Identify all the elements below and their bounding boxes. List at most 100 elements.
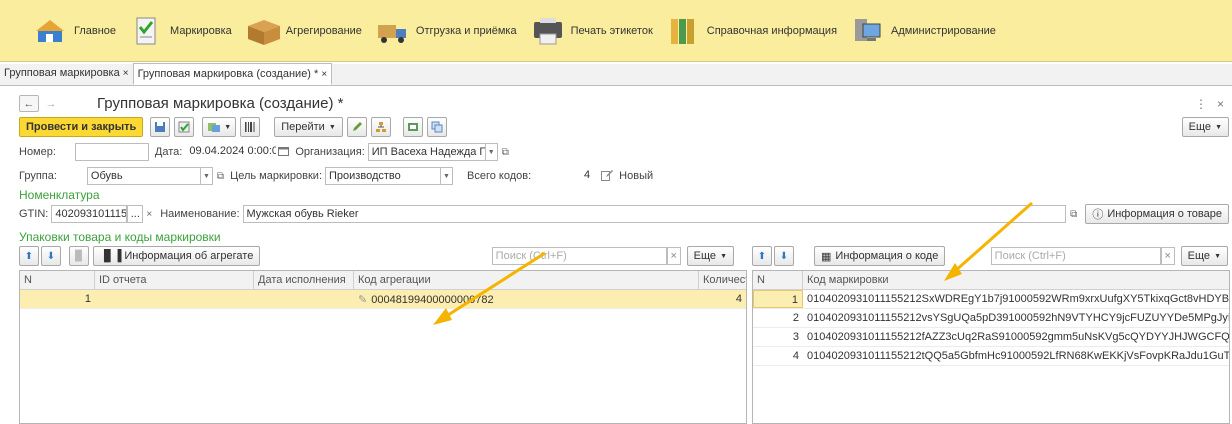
- save-icon[interactable]: [150, 117, 171, 137]
- clear-icon[interactable]: ×: [146, 209, 152, 220]
- select-button[interactable]: ...: [127, 205, 144, 223]
- code-info-button[interactable]: ▦ Информация о коде: [814, 246, 946, 266]
- edit-icon[interactable]: ✎: [358, 294, 367, 306]
- sections-panel: Главное Маркировка Агрегирование Отгрузк…: [0, 0, 1232, 62]
- marking-purpose-field[interactable]: Производство: [325, 167, 442, 185]
- section-label-printing[interactable]: Печать этикеток: [531, 11, 653, 51]
- chevron-down-icon[interactable]: ▼: [485, 143, 498, 161]
- post-icon[interactable]: [174, 117, 195, 137]
- date-label: Дата:: [154, 146, 183, 158]
- more-button[interactable]: Еще ▼: [1181, 117, 1229, 137]
- organization-label: Организация:: [295, 146, 365, 158]
- qr-code-icon: ▦: [821, 250, 832, 263]
- column-quantity[interactable]: Количество: [699, 271, 746, 289]
- open-link-icon[interactable]: ⧉: [502, 147, 509, 158]
- group-field[interactable]: Обувь: [86, 167, 201, 185]
- close-icon[interactable]: ×: [321, 69, 327, 80]
- open-link-icon[interactable]: ⧉: [217, 171, 224, 182]
- barcode-icon[interactable]: [240, 117, 261, 137]
- codes-move-up-button[interactable]: ⬆: [752, 246, 772, 266]
- column-report-id[interactable]: ID отчета: [95, 271, 254, 289]
- chevron-down-icon[interactable]: ▼: [200, 167, 213, 185]
- column-execution-date[interactable]: Дата исполнения: [254, 271, 354, 289]
- chevron-down-icon[interactable]: ▼: [441, 167, 454, 185]
- checklist-icon: [130, 16, 162, 46]
- column-n[interactable]: N: [20, 271, 95, 289]
- section-shipping[interactable]: Отгрузка и приёмка: [376, 11, 517, 51]
- clear-search-icon[interactable]: ×: [666, 247, 681, 265]
- chevron-down-icon: ▼: [1215, 123, 1222, 131]
- chevron-down-icon: ▼: [328, 123, 336, 131]
- table-row[interactable]: 1 0104020931011155212SxWDREgY1b7j9100059…: [753, 290, 1229, 309]
- product-info-button[interactable]: ⓘ Информация о товаре: [1085, 204, 1229, 224]
- move-up-button[interactable]: ⬆: [19, 246, 39, 266]
- comment-icon[interactable]: ▉: [69, 246, 89, 266]
- section-main[interactable]: Главное: [34, 11, 116, 51]
- codes-more-button[interactable]: Еще ▼: [1180, 246, 1228, 266]
- group-label: Группа:: [19, 170, 57, 182]
- close-icon[interactable]: ×: [123, 68, 129, 79]
- nomenclature-heading: Номенклатура: [19, 188, 100, 202]
- arrow-up-icon: ⬆: [24, 250, 34, 262]
- section-aggregation[interactable]: Агрегирование: [246, 11, 362, 51]
- total-codes-value: 4: [537, 167, 594, 185]
- packages-table-header: N ID отчета Дата исполнения Код агрегаци…: [20, 271, 746, 290]
- packages-more-button[interactable]: Еще ▼: [686, 246, 734, 266]
- move-down-button[interactable]: ⬇: [41, 246, 61, 266]
- marking-codes-table: N Код маркировки 1 0104020931011155212Sx…: [752, 270, 1230, 424]
- column-marking-code[interactable]: Код маркировки: [803, 271, 1229, 289]
- chevron-down-icon: ▼: [1214, 252, 1221, 260]
- column-n[interactable]: N: [753, 271, 803, 289]
- aggregate-info-button[interactable]: ▐▌▐ Информация об агрегате: [93, 246, 261, 266]
- open-tabs: Групповая маркировка × Групповая маркиров…: [0, 63, 1232, 86]
- codes-move-down-button[interactable]: ⬇: [774, 246, 794, 266]
- more-menu-icon[interactable]: ⋮: [1195, 97, 1207, 111]
- table-row[interactable]: 1 ✎ 00048199400000000782 4: [20, 290, 746, 309]
- section-administration[interactable]: Администрирование: [851, 11, 996, 51]
- forward-button[interactable]: →: [41, 95, 61, 112]
- codes-table-header: N Код маркировки: [753, 271, 1229, 290]
- gtin-field[interactable]: 4020931011155: [51, 205, 128, 223]
- arrow-left-icon: ←: [23, 97, 35, 110]
- gtin-label: GTIN:: [19, 208, 49, 220]
- report-icon[interactable]: [402, 117, 423, 137]
- books-icon: [667, 16, 699, 46]
- document-status: Новый: [619, 170, 654, 182]
- table-row[interactable]: 3 0104020931011155212fAZZ3cUq2RaS9100059…: [753, 328, 1229, 347]
- packages-search-input[interactable]: Поиск (Ctrl+F): [491, 247, 667, 265]
- arrow-down-icon: ⬇: [779, 250, 789, 262]
- codes-search-input[interactable]: Поиск (Ctrl+F): [990, 247, 1161, 265]
- create-based-icon: [208, 123, 221, 132]
- home-icon: [34, 16, 66, 46]
- table-row[interactable]: 2 0104020931011155212vsYSgUQa5pD39100059…: [753, 309, 1229, 328]
- post-and-close-button[interactable]: Провести и закрыть: [19, 117, 144, 137]
- table-row[interactable]: 4 0104020931011155212tQQ5a5GbfmHc9100059…: [753, 347, 1229, 366]
- document-form: ← → Групповая маркировка (создание) * ⋮ …: [0, 87, 1232, 424]
- close-form-icon[interactable]: ×: [1217, 97, 1224, 111]
- edit-icon[interactable]: [346, 117, 367, 137]
- create-based-on-button[interactable]: ▼: [202, 117, 237, 137]
- section-marking[interactable]: Маркировка: [130, 11, 232, 51]
- arrow-right-icon: →: [45, 97, 57, 110]
- arrow-up-icon: ⬆: [757, 250, 767, 262]
- column-aggregation-code[interactable]: Код агрегации: [354, 271, 699, 289]
- tab-group-marking[interactable]: Групповая маркировка ×: [0, 63, 133, 85]
- open-link-icon[interactable]: ⧉: [1070, 209, 1077, 220]
- name-field[interactable]: Мужская обувь Rieker: [242, 205, 1067, 223]
- number-field[interactable]: [74, 143, 149, 161]
- clear-search-icon[interactable]: ×: [1160, 247, 1175, 265]
- section-reference[interactable]: Справочная информация: [667, 11, 837, 51]
- edit-status-icon[interactable]: [601, 169, 614, 184]
- copy-icon[interactable]: [426, 117, 447, 137]
- number-label: Номер:: [19, 146, 56, 158]
- calendar-icon[interactable]: [278, 146, 290, 159]
- tab-group-marking-create[interactable]: Групповая маркировка (создание) * ×: [132, 63, 333, 85]
- back-button[interactable]: ←: [19, 95, 39, 112]
- goto-button[interactable]: Перейти ▼: [274, 117, 343, 137]
- organization-field[interactable]: ИП Васеха Надежда Петр: [367, 143, 486, 161]
- info-icon: ⓘ: [1092, 209, 1104, 221]
- barcode-icon: ▐▌▐: [100, 250, 121, 262]
- packages-table: N ID отчета Дата исполнения Код агрегаци…: [19, 270, 747, 424]
- structure-icon[interactable]: [370, 117, 391, 137]
- date-field[interactable]: 09.04.2024 0:00:00: [186, 143, 277, 161]
